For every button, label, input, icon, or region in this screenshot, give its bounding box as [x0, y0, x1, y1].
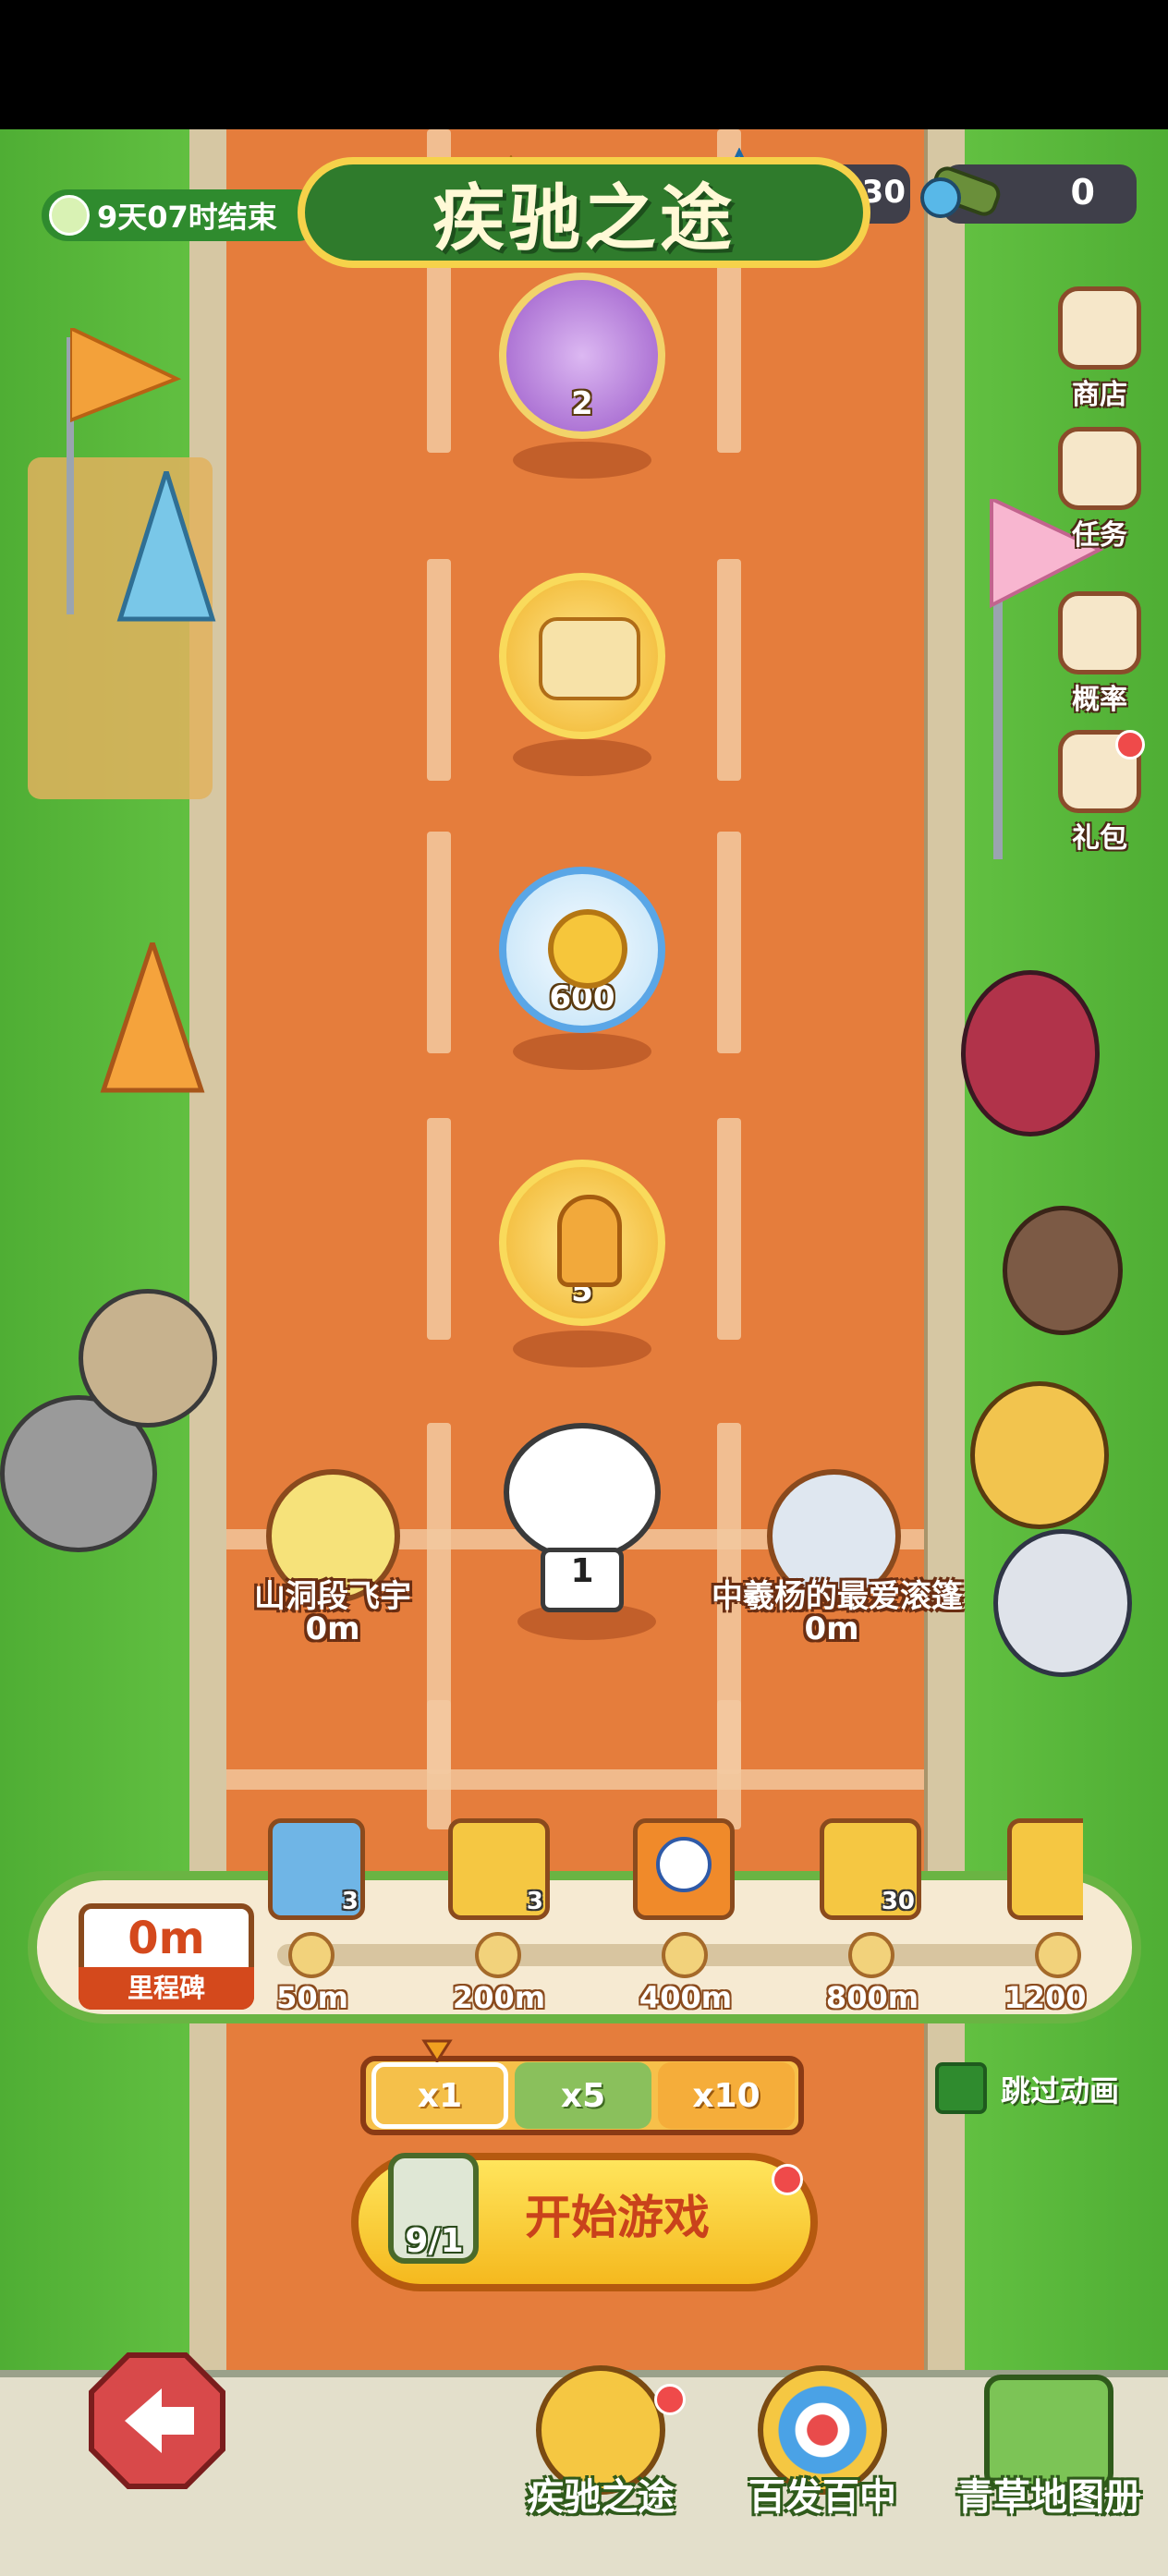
- event-title: 疾驰之途: [432, 177, 736, 261]
- blonde-spectator: [970, 1381, 1109, 1529]
- telescope-icon: [920, 166, 1001, 218]
- reward-count: 2: [571, 385, 593, 422]
- orange-flag-icon: [70, 328, 181, 423]
- lane-mark: [427, 832, 451, 1053]
- event-time-left: 9天07时结束: [97, 200, 277, 235]
- reward-shadow: [513, 1331, 651, 1367]
- ticket-count: 9/1: [405, 2222, 464, 2260]
- lane-mark: [427, 259, 451, 453]
- event-timer: 9天07时结束: [42, 189, 323, 241]
- milestone-item-1200[interactable]: [1007, 1818, 1083, 1920]
- event-title-banner: 疾驰之途: [298, 157, 870, 268]
- gold-key-icon: [557, 1195, 622, 1287]
- demon-girl-spectator: [961, 970, 1100, 1136]
- telescope-token-count: 0: [1070, 172, 1095, 213]
- shop-label: 商店: [1072, 379, 1127, 411]
- lane-mark: [717, 259, 741, 453]
- reward-shadow: [513, 739, 651, 776]
- tab-grassland-atlas-label: 青草地图册: [956, 2476, 1141, 2519]
- start-notification-dot: [772, 2164, 803, 2195]
- start-line: [226, 1769, 924, 1790]
- side-button-probability[interactable]: 概率: [1049, 591, 1150, 721]
- runner-right-distance: 0m: [804, 1610, 859, 1647]
- task-icon: [1058, 427, 1141, 510]
- start-game-label: 开始游戏: [525, 2191, 710, 2244]
- milestone-distance: 1200: [1004, 1980, 1087, 2015]
- milestone-distance: 200m: [452, 1980, 546, 2015]
- milestone-item-800m[interactable]: 30: [820, 1818, 921, 1920]
- boot-scroll-icon: [539, 617, 640, 700]
- runner-right-name: 中羲杨的最爱滚篷: [712, 1578, 963, 1615]
- bun-girl-spectator: [1003, 1206, 1123, 1335]
- reward-boot-scroll: [499, 573, 665, 739]
- reward-shadow: [513, 1033, 651, 1070]
- milestone-dot: [662, 1932, 708, 1978]
- clock-icon: [49, 195, 90, 236]
- multiplier-x10[interactable]: x10: [658, 2062, 795, 2129]
- reward-coin-bubble: 600: [499, 867, 665, 1033]
- milestone-item-400m[interactable]: [633, 1818, 735, 1920]
- back-icon[interactable]: [88, 2351, 226, 2490]
- avatar-badge-icon: [656, 1837, 712, 1892]
- milestone-dot: [475, 1932, 521, 1978]
- elder-spectator: [993, 1529, 1132, 1677]
- milestone-distance: 50m: [276, 1980, 348, 2015]
- status-bar: [0, 0, 1168, 129]
- tab-race-label: 疾驰之途: [527, 2476, 675, 2519]
- milestone-count: 3: [341, 1888, 359, 1915]
- orange-cone-icon: [100, 942, 205, 1093]
- reward-shadow: [513, 442, 651, 479]
- shop-icon: [1058, 286, 1141, 370]
- side-button-tasks[interactable]: 任务: [1049, 427, 1150, 556]
- milestone-distance: 800m: [825, 1980, 919, 2015]
- tab-notification-dot: [654, 2384, 686, 2415]
- player-goat-runner: [504, 1423, 661, 1561]
- reward-gold-key: 5: [499, 1160, 665, 1326]
- milestone-distance: 400m: [639, 1980, 733, 2015]
- milestone-count: 30: [881, 1888, 915, 1915]
- tab-sharpshooter-label: 百发百中: [748, 2476, 896, 2519]
- lane-mark: [717, 832, 741, 1053]
- notification-dot: [1115, 730, 1145, 759]
- runner-left-name: 山洞段飞宇: [254, 1578, 411, 1615]
- lane-mark: [717, 559, 741, 781]
- lane-mark: [717, 1700, 741, 1829]
- tasks-label: 任务: [1072, 519, 1127, 552]
- lane-mark: [427, 1118, 451, 1340]
- coin-icon: [548, 909, 627, 989]
- lane-mark: [717, 1118, 741, 1340]
- milestone-count: 3: [526, 1888, 543, 1915]
- probability-icon: [1058, 591, 1141, 674]
- milestone-dot: [1035, 1932, 1081, 1978]
- player-bib: 1: [541, 1548, 624, 1612]
- lane-mark: [427, 1700, 451, 1829]
- gift-pack-label: 礼包: [1072, 822, 1127, 855]
- multiplier-x1[interactable]: x1: [371, 2062, 508, 2129]
- milestone-current-distance: 0m: [128, 1913, 205, 1964]
- runner-left-distance: 0m: [305, 1610, 360, 1647]
- milestone-item-200m[interactable]: 3: [448, 1818, 550, 1920]
- multiplier-x5[interactable]: x5: [515, 2062, 651, 2129]
- milestone-current-card: 0m 里程碑: [79, 1903, 254, 2010]
- wolf-spectator: [79, 1289, 217, 1428]
- milestone-dot: [848, 1932, 894, 1978]
- milestone-dot: [288, 1932, 335, 1978]
- blue-cone-icon: [116, 471, 216, 622]
- probability-label: 概率: [1072, 684, 1127, 716]
- milestone-item-50m[interactable]: 3: [268, 1818, 365, 1920]
- skip-animation-checkbox[interactable]: [935, 2062, 987, 2114]
- reward-purple-orb: 2: [499, 273, 665, 439]
- selected-arrow-icon: [421, 2039, 453, 2064]
- lane-mark: [427, 559, 451, 781]
- side-button-shop[interactable]: 商店: [1049, 286, 1150, 416]
- skip-animation-label: 跳过动画: [1001, 2073, 1120, 2108]
- milestone-label: 里程碑: [79, 1967, 254, 2010]
